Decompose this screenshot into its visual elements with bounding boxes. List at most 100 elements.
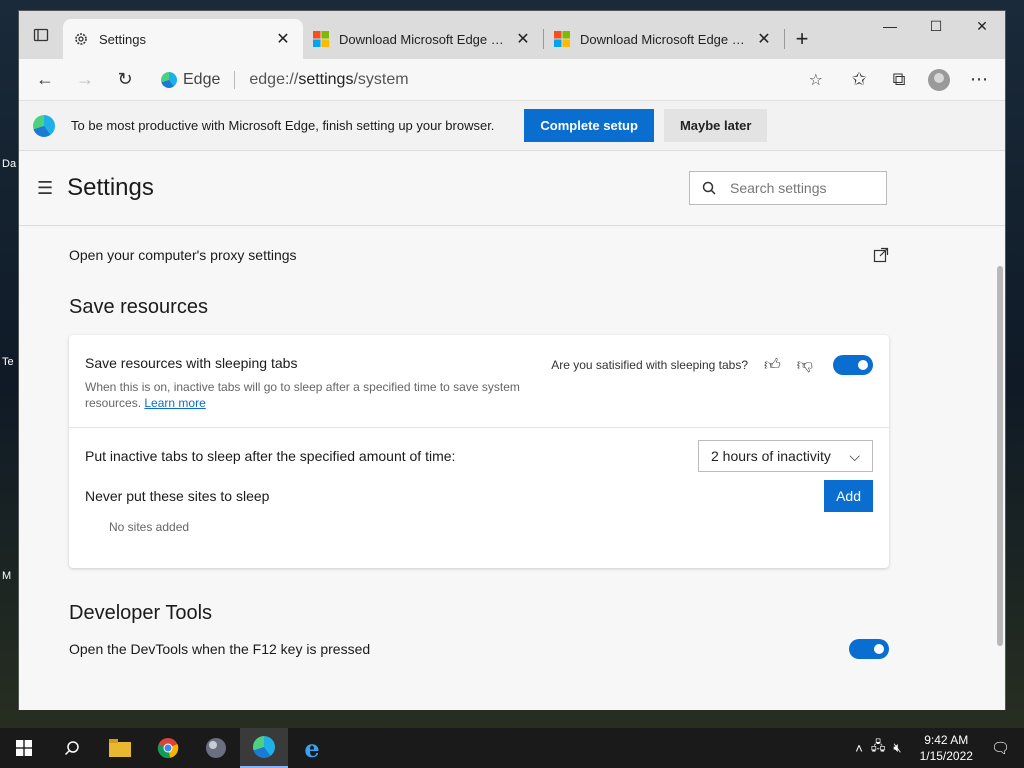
- browser-window: Settings ✕ Download Microsoft Edge Web B…: [18, 10, 1006, 710]
- feedback-question: Are you satisified with sleeping tabs?: [551, 358, 749, 372]
- section-title-developer-tools: Developer Tools: [69, 602, 213, 624]
- search-input[interactable]: [730, 180, 870, 196]
- devtools-f12-toggle[interactable]: [849, 639, 889, 659]
- notifications-icon[interactable]: 🗨︎: [991, 739, 1010, 757]
- desktop-icon-label: M: [2, 570, 12, 582]
- close-icon[interactable]: ✕: [754, 29, 774, 49]
- close-window-button[interactable]: ✕: [959, 11, 1005, 41]
- thumbs-down-icon[interactable]: 👎︎: [797, 356, 813, 375]
- refresh-icon: ↻: [117, 69, 133, 89]
- clock-date: 1/15/2022: [919, 749, 973, 763]
- sleeping-tabs-description: When this is on, inactive tabs will go t…: [85, 380, 520, 410]
- edge-icon: [33, 114, 55, 137]
- inactive-timeout-row: Put inactive tabs to sleep after the spe…: [69, 428, 889, 484]
- search-icon: [64, 741, 79, 756]
- minimize-button[interactable]: —: [867, 11, 913, 41]
- edge-icon: [161, 71, 177, 88]
- settings-page: ☰ Settings Open your computer's proxy se…: [19, 151, 1005, 710]
- never-sleep-row: Never put these sites to sleep Add: [69, 480, 889, 512]
- proxy-settings-label: Open your computer's proxy settings: [69, 246, 297, 263]
- sleeping-tabs-label: Save resources with sleeping tabs: [85, 355, 298, 371]
- chrome-icon: [157, 738, 179, 759]
- forward-button[interactable]: →: [65, 63, 105, 97]
- no-sites-text: No sites added: [109, 520, 190, 534]
- collections-button[interactable]: ⧉: [879, 63, 919, 97]
- plus-icon: +: [795, 26, 809, 51]
- never-sleep-label: Never put these sites to sleep: [85, 488, 270, 504]
- chevron-down-icon: ⌵: [849, 447, 860, 464]
- tab-title: Download Microsoft Edge Web Browser: [580, 31, 754, 47]
- sphere-icon: [206, 738, 226, 758]
- learn-more-link[interactable]: Learn more: [144, 396, 205, 410]
- volume-muted-icon[interactable]: 🔇︎: [893, 740, 901, 756]
- tab-download-edge[interactable]: Download Microsoft Edge Web Browser ✕: [544, 19, 784, 59]
- scrollbar[interactable]: [997, 266, 1003, 646]
- internet-explorer-button[interactable]: e: [288, 728, 336, 768]
- menu-icon[interactable]: ☰: [37, 178, 53, 199]
- collections-icon: ⧉: [892, 69, 906, 89]
- feedback-row: Are you satisified with sleeping tabs? 👍…: [551, 355, 873, 375]
- setup-infobar: To be most productive with Microsoft Edg…: [19, 101, 1005, 151]
- infobar-message: To be most productive with Microsoft Edg…: [71, 118, 495, 133]
- app-sphere-button[interactable]: [192, 728, 240, 768]
- maybe-later-button[interactable]: Maybe later: [663, 109, 768, 142]
- inactive-timeout-label: Put inactive tabs to sleep after the spe…: [85, 448, 456, 464]
- maximize-button[interactable]: ☐: [913, 11, 959, 41]
- settings-header: ☰ Settings: [19, 151, 1005, 226]
- microsoft-logo-icon: [554, 31, 570, 47]
- inactive-timeout-select[interactable]: 2 hours of inactivity ⌵: [698, 440, 873, 472]
- close-icon[interactable]: ✕: [513, 29, 533, 49]
- tab-strip: Settings ✕ Download Microsoft Edge Web B…: [19, 11, 1005, 59]
- search-settings-box[interactable]: [689, 171, 887, 205]
- thumbs-up-icon[interactable]: 👍︎: [764, 356, 781, 375]
- new-tab-button[interactable]: +: [785, 19, 819, 59]
- system-tray: ˄ 🖧︎ 🔇︎ 9:42 AM 1/15/2022 🗨︎: [851, 732, 1024, 764]
- search-button[interactable]: [48, 728, 96, 768]
- select-value: 2 hours of inactivity: [711, 448, 831, 464]
- favorites-button[interactable]: ✩: [839, 63, 879, 97]
- ellipsis-icon: ⋯: [970, 69, 988, 89]
- tab-title: Settings: [99, 31, 146, 47]
- chevron-up-icon[interactable]: ˄: [855, 741, 863, 756]
- network-icon[interactable]: 🖧︎: [871, 737, 886, 759]
- settings-scroll-area: Open your computer's proxy settings Save…: [19, 227, 1005, 710]
- sleeping-tabs-toggle[interactable]: [833, 355, 873, 375]
- address-url: edge://settings/system: [249, 70, 409, 88]
- external-link-icon[interactable]: [873, 247, 889, 263]
- page-title: Settings: [67, 174, 154, 201]
- microsoft-logo-icon: [313, 31, 329, 47]
- address-bar[interactable]: Edge edge://settings/system ☆: [151, 63, 833, 97]
- file-explorer-button[interactable]: [96, 728, 144, 768]
- taskbar: e ˄ 🖧︎ 🔇︎ 9:42 AM 1/15/2022 🗨︎: [0, 728, 1024, 768]
- tab-settings[interactable]: Settings ✕: [63, 19, 303, 59]
- avatar: [928, 68, 950, 91]
- tab-actions-icon: [33, 28, 49, 42]
- profile-button[interactable]: [919, 63, 959, 97]
- chrome-button[interactable]: [144, 728, 192, 768]
- address-divider: [234, 70, 236, 89]
- devtools-f12-row: Open the DevTools when the F12 key is pr…: [69, 639, 889, 659]
- tab-title: Download Microsoft Edge Web Browser: [339, 31, 513, 47]
- tab-actions-button[interactable]: [19, 11, 63, 59]
- favorites-icon: ✩: [851, 69, 867, 89]
- back-button[interactable]: ←: [25, 63, 65, 97]
- tab-download-edge[interactable]: Download Microsoft Edge Web Browser ✕: [303, 19, 543, 59]
- add-favorite-icon[interactable]: ☆: [809, 70, 823, 90]
- refresh-button[interactable]: ↻: [105, 63, 145, 97]
- edge-taskbar-button[interactable]: [240, 728, 288, 768]
- proxy-settings-row[interactable]: Open your computer's proxy settings: [69, 227, 889, 282]
- start-button[interactable]: [0, 728, 48, 768]
- add-site-button[interactable]: Add: [824, 480, 873, 512]
- gear-icon: [75, 33, 87, 45]
- devtools-f12-label: Open the DevTools when the F12 key is pr…: [69, 641, 371, 657]
- clock-time: 9:42 AM: [924, 733, 969, 747]
- complete-setup-button[interactable]: Complete setup: [524, 109, 654, 142]
- arrow-right-icon: →: [76, 69, 94, 89]
- internet-explorer-icon: e: [304, 733, 320, 763]
- toolbar: ← → ↻ Edge edge://settings/system ☆ ✩ ⧉ …: [19, 59, 1005, 101]
- clock[interactable]: 9:42 AM 1/15/2022: [920, 732, 973, 764]
- more-menu-button[interactable]: ⋯: [959, 63, 999, 97]
- window-controls: — ☐ ✕: [867, 11, 1005, 41]
- desktop-icon-label: Da: [2, 158, 17, 170]
- close-icon[interactable]: ✕: [273, 29, 293, 49]
